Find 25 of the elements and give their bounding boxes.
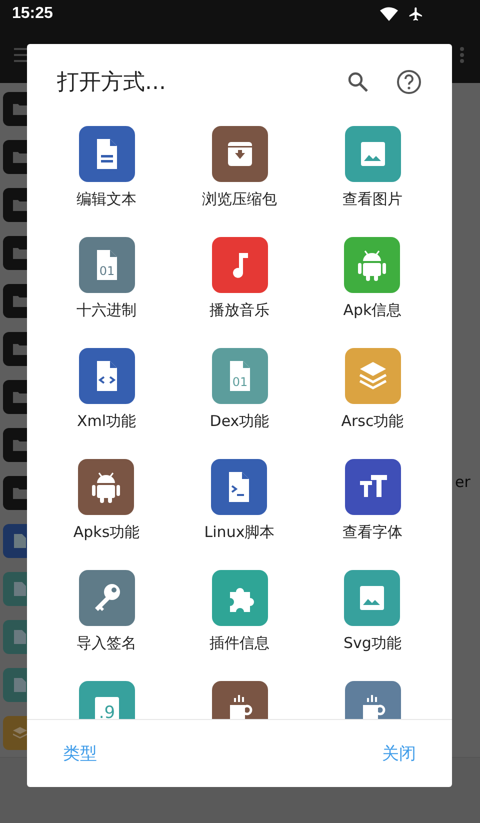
app-option[interactable]: 查看图片 [342, 126, 402, 238]
app-option[interactable]: 查看字体 [342, 459, 402, 570]
app-option[interactable]: Apk信息 [343, 237, 402, 348]
app-option[interactable]: 插件信息 [210, 570, 270, 682]
app-option[interactable]: 播放音乐 [210, 237, 270, 348]
app-option[interactable]: 导入签名 [76, 570, 136, 682]
app-option[interactable]: Arsc功能 [341, 348, 404, 460]
app-option[interactable]: Linux脚本 [204, 459, 275, 570]
app-option[interactable]: 01 Dex功能 [210, 348, 270, 460]
app-option[interactable]: Xml功能 [76, 348, 136, 460]
airplane-icon [408, 6, 424, 22]
app-option[interactable]: 浏览压缩包 [202, 126, 277, 238]
app-option[interactable]: 01 十六进制 [76, 237, 136, 348]
hex-icon: 01 [78, 237, 134, 294]
wifi-icon [380, 6, 398, 21]
hex-icon: 01 [212, 348, 268, 404]
dialog-title: 打开方式... [57, 68, 166, 97]
ninepatch-icon: .9 [78, 681, 134, 719]
file-name: er [455, 473, 470, 492]
search-icon[interactable] [346, 70, 370, 94]
status-time: 15:25 [12, 4, 53, 23]
app-option[interactable]: Apks功能 [73, 459, 140, 570]
app-option[interactable]: Svg功能 [344, 570, 402, 682]
app-option[interactable]: 编辑文本 [76, 126, 136, 238]
help-icon[interactable] [396, 68, 422, 95]
